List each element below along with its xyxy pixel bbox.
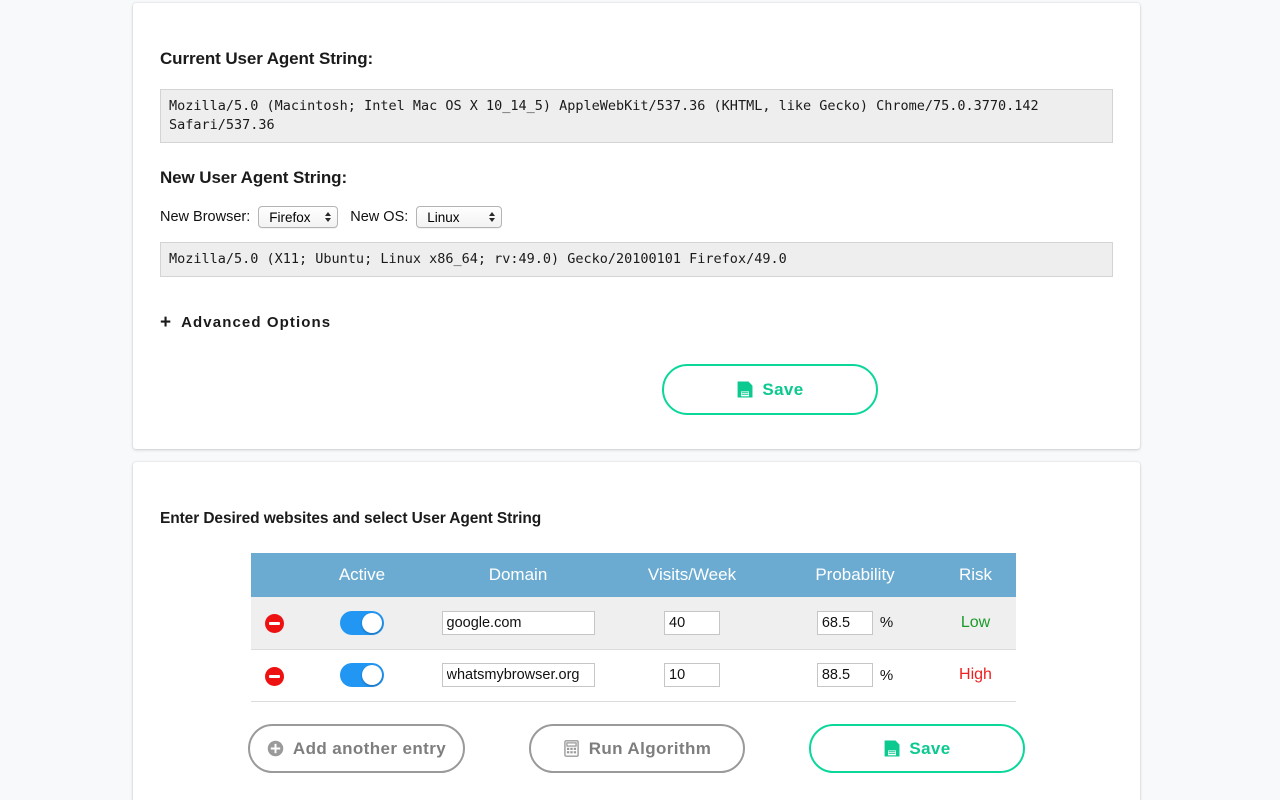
- websites-table: Active Domain Visits/Week Probability Ri…: [251, 553, 1016, 702]
- percent-symbol: %: [879, 614, 894, 632]
- advanced-options-toggle[interactable]: + Advanced Options: [160, 313, 331, 332]
- row-active-cell: [297, 649, 427, 702]
- new-ua-label: New User Agent String:: [160, 168, 348, 187]
- column-header-delete: [251, 553, 297, 597]
- row-active-cell: [297, 597, 427, 650]
- new-browser-select[interactable]: Firefox: [258, 206, 339, 228]
- calculator-icon: [563, 740, 580, 757]
- new-ua-value: Mozilla/5.0 (X11; Ubuntu; Linux x86_64; …: [160, 242, 1113, 277]
- app-page: Current User Agent String: Mozilla/5.0 (…: [0, 0, 1280, 800]
- probability-input[interactable]: [816, 663, 873, 687]
- row-risk-cell: Low: [935, 597, 1016, 650]
- risk-badge: Low: [960, 613, 991, 631]
- websites-title: Enter Desired websites and select User A…: [160, 510, 542, 527]
- column-header-risk: Risk: [935, 553, 1016, 597]
- chevron-updown-icon: [489, 212, 496, 222]
- new-os-select[interactable]: Linux: [416, 206, 503, 228]
- run-algorithm-label: Run Algorithm: [588, 738, 712, 758]
- save-websites-button[interactable]: Save: [809, 724, 1025, 773]
- table-row: % Low: [251, 597, 1016, 650]
- websites-table-head: Active Domain Visits/Week Probability Ri…: [251, 553, 1016, 597]
- domain-input[interactable]: [441, 610, 595, 635]
- row-visits-cell: [609, 597, 775, 650]
- current-ua-label: Current User Agent String:: [160, 49, 374, 68]
- row-delete-cell: [251, 597, 297, 650]
- new-os-select-value: Linux: [427, 209, 460, 225]
- table-row: % High: [251, 649, 1016, 702]
- ua-selector-row: New Browser: Firefox New OS: Linux: [160, 206, 1113, 228]
- row-probability-cell: %: [775, 597, 935, 650]
- websites-table-wrap: Active Domain Visits/Week Probability Ri…: [251, 553, 1113, 702]
- current-ua-value: Mozilla/5.0 (Macintosh; Intel Mac OS X 1…: [160, 89, 1113, 143]
- column-header-active: Active: [297, 553, 427, 597]
- new-browser-label: New Browser:: [160, 209, 251, 225]
- add-another-entry-label: Add another entry: [292, 738, 447, 758]
- websites-table-body: % Low: [251, 597, 1016, 702]
- domain-input[interactable]: [441, 663, 595, 687]
- user-agent-card: Current User Agent String: Mozilla/5.0 (…: [133, 3, 1140, 449]
- column-header-domain: Domain: [427, 553, 609, 597]
- row-risk-cell: High: [935, 649, 1016, 702]
- save-websites-label: Save: [909, 738, 951, 758]
- save-floppy-icon: [883, 740, 900, 757]
- websites-action-row: Add another entry Run Algorithm Save: [248, 724, 1025, 773]
- save-user-agent-label: Save: [762, 379, 804, 399]
- row-delete-cell: [251, 649, 297, 702]
- active-toggle[interactable]: [340, 663, 384, 687]
- row-domain-cell: [427, 649, 609, 702]
- risk-badge: High: [959, 666, 992, 683]
- visits-per-week-input[interactable]: [664, 610, 720, 635]
- active-toggle[interactable]: [340, 610, 384, 635]
- add-another-entry-button[interactable]: Add another entry: [248, 724, 465, 773]
- column-header-probability: Probability: [775, 553, 935, 597]
- plus-circle-icon: [267, 740, 284, 757]
- row-domain-cell: [427, 597, 609, 650]
- websites-card: Enter Desired websites and select User A…: [133, 462, 1140, 800]
- row-probability-cell: %: [775, 649, 935, 702]
- advanced-options-label: Advanced Options: [181, 314, 332, 331]
- table-header-row: Active Domain Visits/Week Probability Ri…: [251, 553, 1016, 597]
- remove-circle-icon[interactable]: [264, 614, 284, 634]
- percent-symbol: %: [879, 666, 894, 684]
- new-browser-select-value: Firefox: [269, 209, 311, 225]
- new-os-label: New OS:: [350, 209, 409, 225]
- plus-icon: +: [160, 312, 172, 333]
- probability-input[interactable]: [816, 610, 873, 635]
- save-user-agent-button[interactable]: Save: [662, 364, 878, 415]
- column-header-visits: Visits/Week: [609, 553, 775, 597]
- visits-per-week-input[interactable]: [664, 663, 720, 687]
- run-algorithm-button[interactable]: Run Algorithm: [529, 724, 745, 773]
- save-floppy-icon: [736, 381, 753, 398]
- chevron-updown-icon: [325, 212, 332, 222]
- remove-circle-icon[interactable]: [264, 666, 284, 686]
- row-visits-cell: [609, 649, 775, 702]
